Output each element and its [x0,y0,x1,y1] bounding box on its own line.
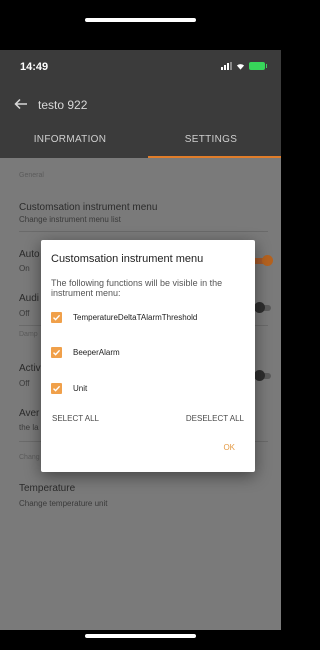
ok-button[interactable]: OK [223,443,235,452]
checkbox-checked-icon[interactable] [51,383,62,394]
option-beeper-alarm[interactable]: BeeperAlarm [51,347,120,358]
option-temperature-delta[interactable]: TemperatureDeltaTAlarmThreshold [51,312,197,323]
dialog-title: Customsation instrument menu [51,253,204,265]
audi-value: Off [19,309,30,318]
home-indicator-top [85,18,196,22]
customisation-subtitle: Change instrument menu list [19,215,121,224]
app-bar: testo 922 [0,86,281,122]
tab-settings[interactable]: SETTINGS [141,122,281,158]
option-unit[interactable]: Unit [51,383,87,394]
section-header-damp: Damp [19,331,38,338]
auto-value: On [19,264,30,273]
toggle-knob [254,370,265,381]
bottom-black-bar [0,630,281,650]
select-all-button[interactable]: SELECT ALL [52,414,99,423]
signal-icon [221,62,232,70]
status-icons [221,62,267,70]
option-label: Unit [73,384,88,393]
checkbox-checked-icon[interactable] [51,347,62,358]
checkbox-checked-icon[interactable] [51,312,62,323]
option-label: BeeperAlarm [73,348,120,357]
temperature-title[interactable]: Temperature [19,483,75,494]
activ-value: Off [19,379,30,388]
toggle-knob [254,302,265,313]
customisation-dialog: Customsation instrument menu The followi… [41,240,255,472]
section-header-general: General [19,172,44,179]
home-indicator-bottom [85,634,196,638]
deselect-all-button[interactable]: DESELECT ALL [186,414,244,423]
activ-title[interactable]: Activ [19,363,41,374]
temperature-subtitle: Change temperature unit [19,499,108,508]
customisation-title[interactable]: Customsation instrument menu [19,202,157,213]
status-bar: 14:49 [0,50,281,86]
toggle-knob [262,255,273,266]
auto-title[interactable]: Auto [19,249,40,260]
battery-icon [249,62,267,70]
dialog-description: The following functions will be visible … [51,278,223,298]
aver-subtitle: the la [19,423,39,432]
back-arrow-icon[interactable] [12,95,30,113]
wifi-icon [236,64,245,70]
status-time: 14:49 [20,61,49,73]
tab-information[interactable]: INFORMATION [0,122,140,158]
top-black-bar [0,0,281,50]
aver-title[interactable]: Aver [19,408,39,419]
app-title: testo 922 [38,98,88,112]
section-header-chang: Chang [19,454,40,461]
divider [19,231,268,232]
audi-title[interactable]: Audi [19,293,39,304]
tab-bar: INFORMATION SETTINGS [0,122,281,158]
option-label: TemperatureDeltaTAlarmThreshold [73,313,198,322]
